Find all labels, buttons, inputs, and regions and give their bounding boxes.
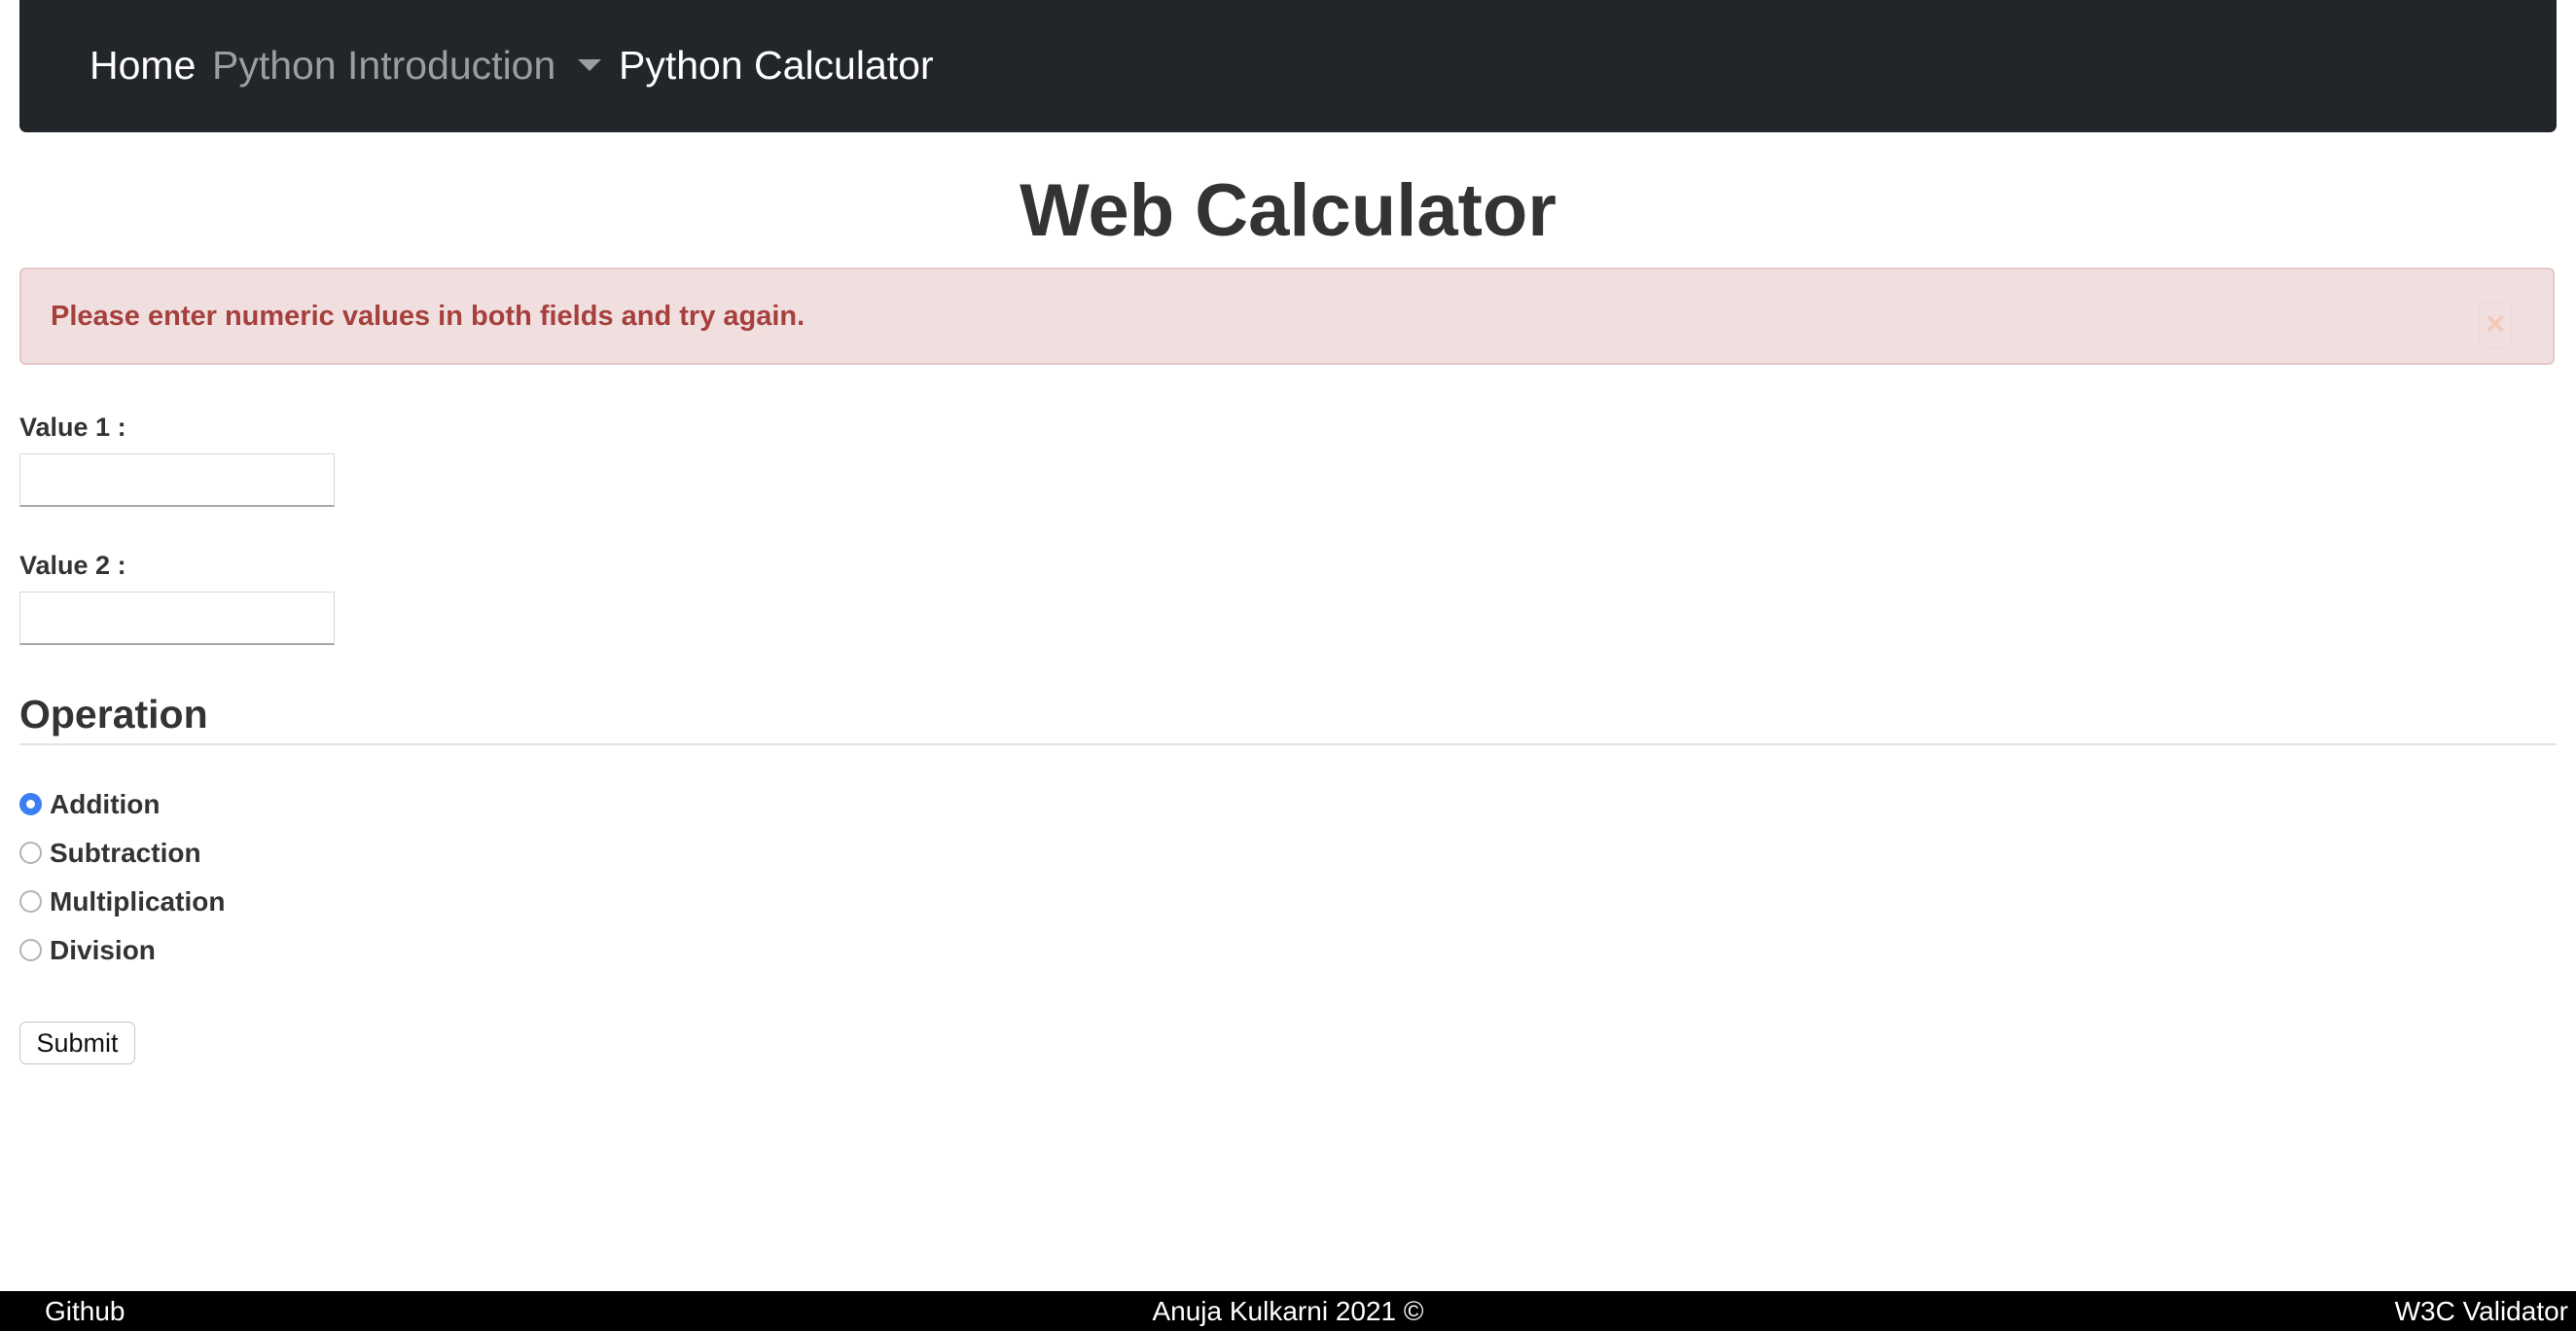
division-radio[interactable] [19,939,42,961]
nav-link-python-calculator[interactable]: Python Calculator [619,37,934,93]
submit-button[interactable]: Submit [19,1022,135,1064]
alert-message: Please enter numeric values in both fiel… [51,301,805,332]
division-label[interactable]: Division [50,931,156,970]
footer-w3c-validator-link[interactable]: W3C Validator [2395,1295,2568,1328]
subtraction-radio[interactable] [19,842,42,864]
error-alert: Please enter numeric values in both fiel… [19,268,2555,365]
value1-label: Value 1 : [19,413,126,442]
addition-label[interactable]: Addition [50,785,161,824]
operation-heading: Operation [19,692,208,737]
caret-down-icon[interactable] [578,59,601,71]
page-footer: Github Anuja Kulkarni 2021 © W3C Validat… [0,1291,2576,1331]
value2-input[interactable] [19,592,335,645]
page-title: Web Calculator [1020,169,1556,252]
section-divider [19,743,2557,745]
multiplication-label[interactable]: Multiplication [50,882,225,921]
close-icon[interactable]: × [2479,302,2512,348]
footer-copyright: Anuja Kulkarni 2021 © [1152,1296,1424,1326]
top-navbar: Home Python Introduction Python Calculat… [19,0,2557,132]
nav-link-home[interactable]: Home [89,37,196,93]
value1-input[interactable] [19,453,335,507]
subtraction-label[interactable]: Subtraction [50,834,201,873]
value2-label: Value 2 : [19,551,126,580]
addition-radio[interactable] [19,793,42,815]
nav-dropdown-python-introduction[interactable]: Python Introduction [212,37,555,93]
multiplication-radio[interactable] [19,890,42,913]
